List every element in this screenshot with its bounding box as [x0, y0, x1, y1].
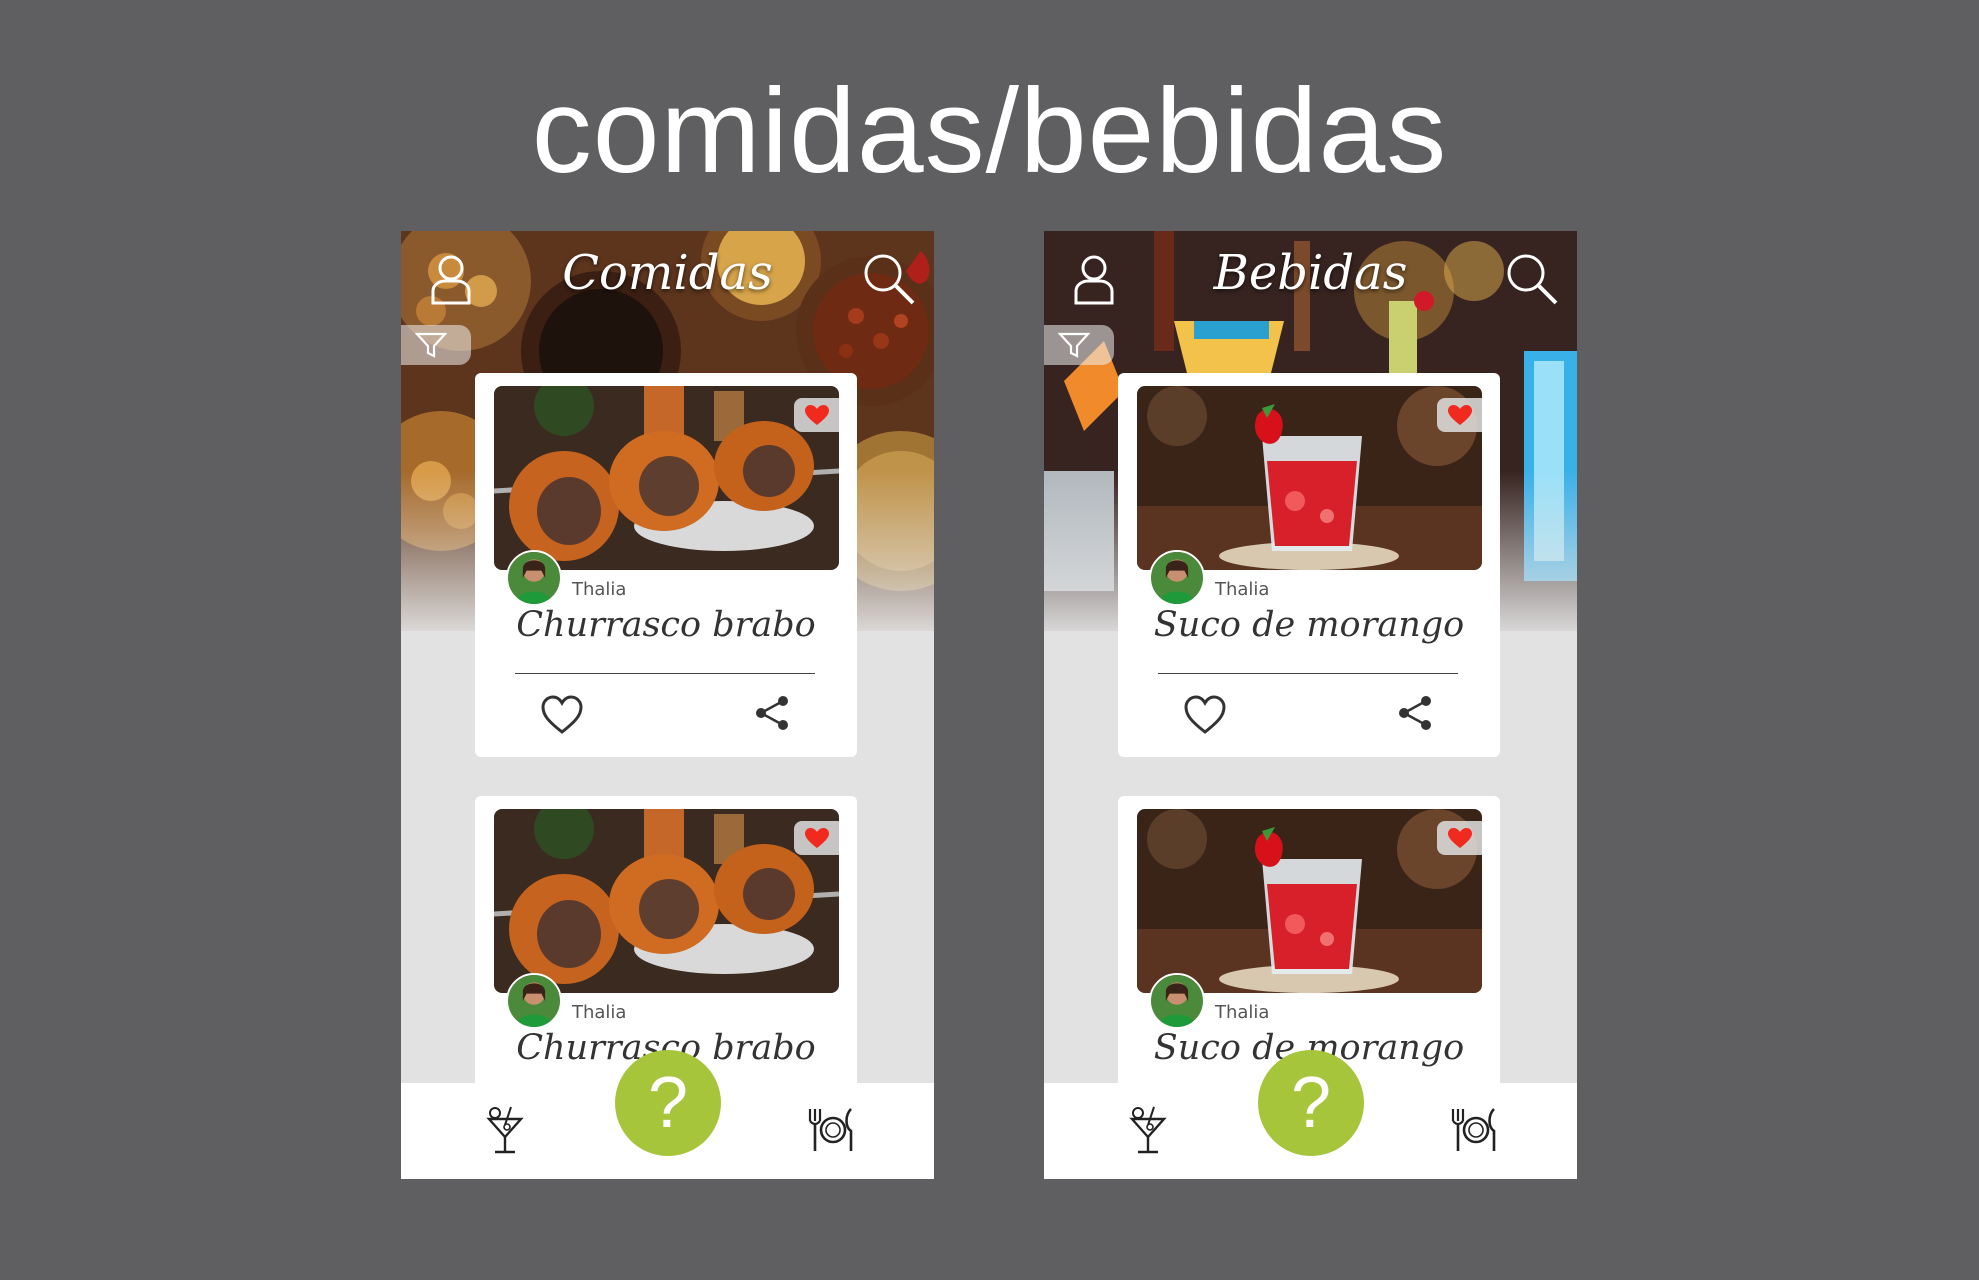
- filter-icon: [1058, 332, 1090, 358]
- screen-title: Comidas: [562, 245, 773, 301]
- heart-filled-icon: [805, 828, 829, 848]
- heart-filled-icon: [1448, 405, 1472, 425]
- phone-screen-comidas: Comidas Thalia Churrasco brabo Thalia Ch…: [401, 231, 934, 1179]
- phone-screen-bebidas: Bebidas Thalia Suco de morango Thalia Su…: [1044, 231, 1577, 1179]
- drinks-icon: [486, 1106, 524, 1154]
- author-name: Thalia: [1215, 1002, 1270, 1023]
- share-icon: [756, 696, 788, 730]
- drinks-nav-button[interactable]: [483, 1105, 527, 1157]
- food-nav-button[interactable]: [805, 1105, 859, 1155]
- author-name: Thalia: [1215, 579, 1270, 600]
- recipe-title: Suco de morango: [1153, 605, 1465, 645]
- heart-filled-icon: [805, 405, 829, 425]
- heart-outline-icon: [1184, 695, 1226, 734]
- avatar[interactable]: [1149, 550, 1205, 606]
- screen-title: Bebidas: [1213, 245, 1408, 301]
- food-icon: [808, 1108, 853, 1151]
- like-button[interactable]: [1183, 693, 1227, 737]
- page-heading: comidas/bebidas: [531, 64, 1448, 198]
- user-icon[interactable]: [1066, 251, 1122, 307]
- share-icon: [1399, 696, 1431, 730]
- drinks-nav-button[interactable]: [1126, 1105, 1170, 1157]
- user-icon[interactable]: [423, 251, 479, 307]
- author-name: Thalia: [572, 1002, 627, 1023]
- recipe-card[interactable]: Thalia Churrasco brabo: [475, 373, 857, 757]
- recipe-title: Churrasco brabo: [516, 605, 816, 645]
- heart-filled-icon: [1448, 828, 1472, 848]
- recipe-image[interactable]: [494, 809, 839, 993]
- recipe-image[interactable]: [494, 386, 839, 570]
- author-name: Thalia: [572, 579, 627, 600]
- search-icon[interactable]: [1504, 251, 1560, 307]
- food-icon: [1451, 1108, 1496, 1151]
- divider: [1158, 673, 1458, 674]
- share-button[interactable]: [1396, 693, 1436, 733]
- avatar[interactable]: [1149, 973, 1205, 1029]
- avatar[interactable]: [506, 550, 562, 606]
- filter-icon: [415, 332, 447, 358]
- search-icon[interactable]: [861, 251, 917, 307]
- filter-button[interactable]: [1044, 325, 1114, 365]
- recipe-image[interactable]: [1137, 386, 1482, 570]
- filter-button[interactable]: [401, 325, 471, 365]
- divider: [515, 673, 815, 674]
- favorite-badge[interactable]: [1437, 821, 1482, 855]
- favorite-badge[interactable]: [794, 821, 839, 855]
- recipe-card[interactable]: Thalia Suco de morango: [1118, 373, 1500, 757]
- help-button[interactable]: ?: [1258, 1050, 1364, 1156]
- drinks-icon: [1129, 1106, 1167, 1154]
- avatar[interactable]: [506, 973, 562, 1029]
- food-nav-button[interactable]: [1448, 1105, 1502, 1155]
- like-button[interactable]: [540, 693, 584, 737]
- favorite-badge[interactable]: [1437, 398, 1482, 432]
- share-button[interactable]: [753, 693, 793, 733]
- recipe-image[interactable]: [1137, 809, 1482, 993]
- favorite-badge[interactable]: [794, 398, 839, 432]
- help-button[interactable]: ?: [615, 1050, 721, 1156]
- heart-outline-icon: [541, 695, 583, 734]
